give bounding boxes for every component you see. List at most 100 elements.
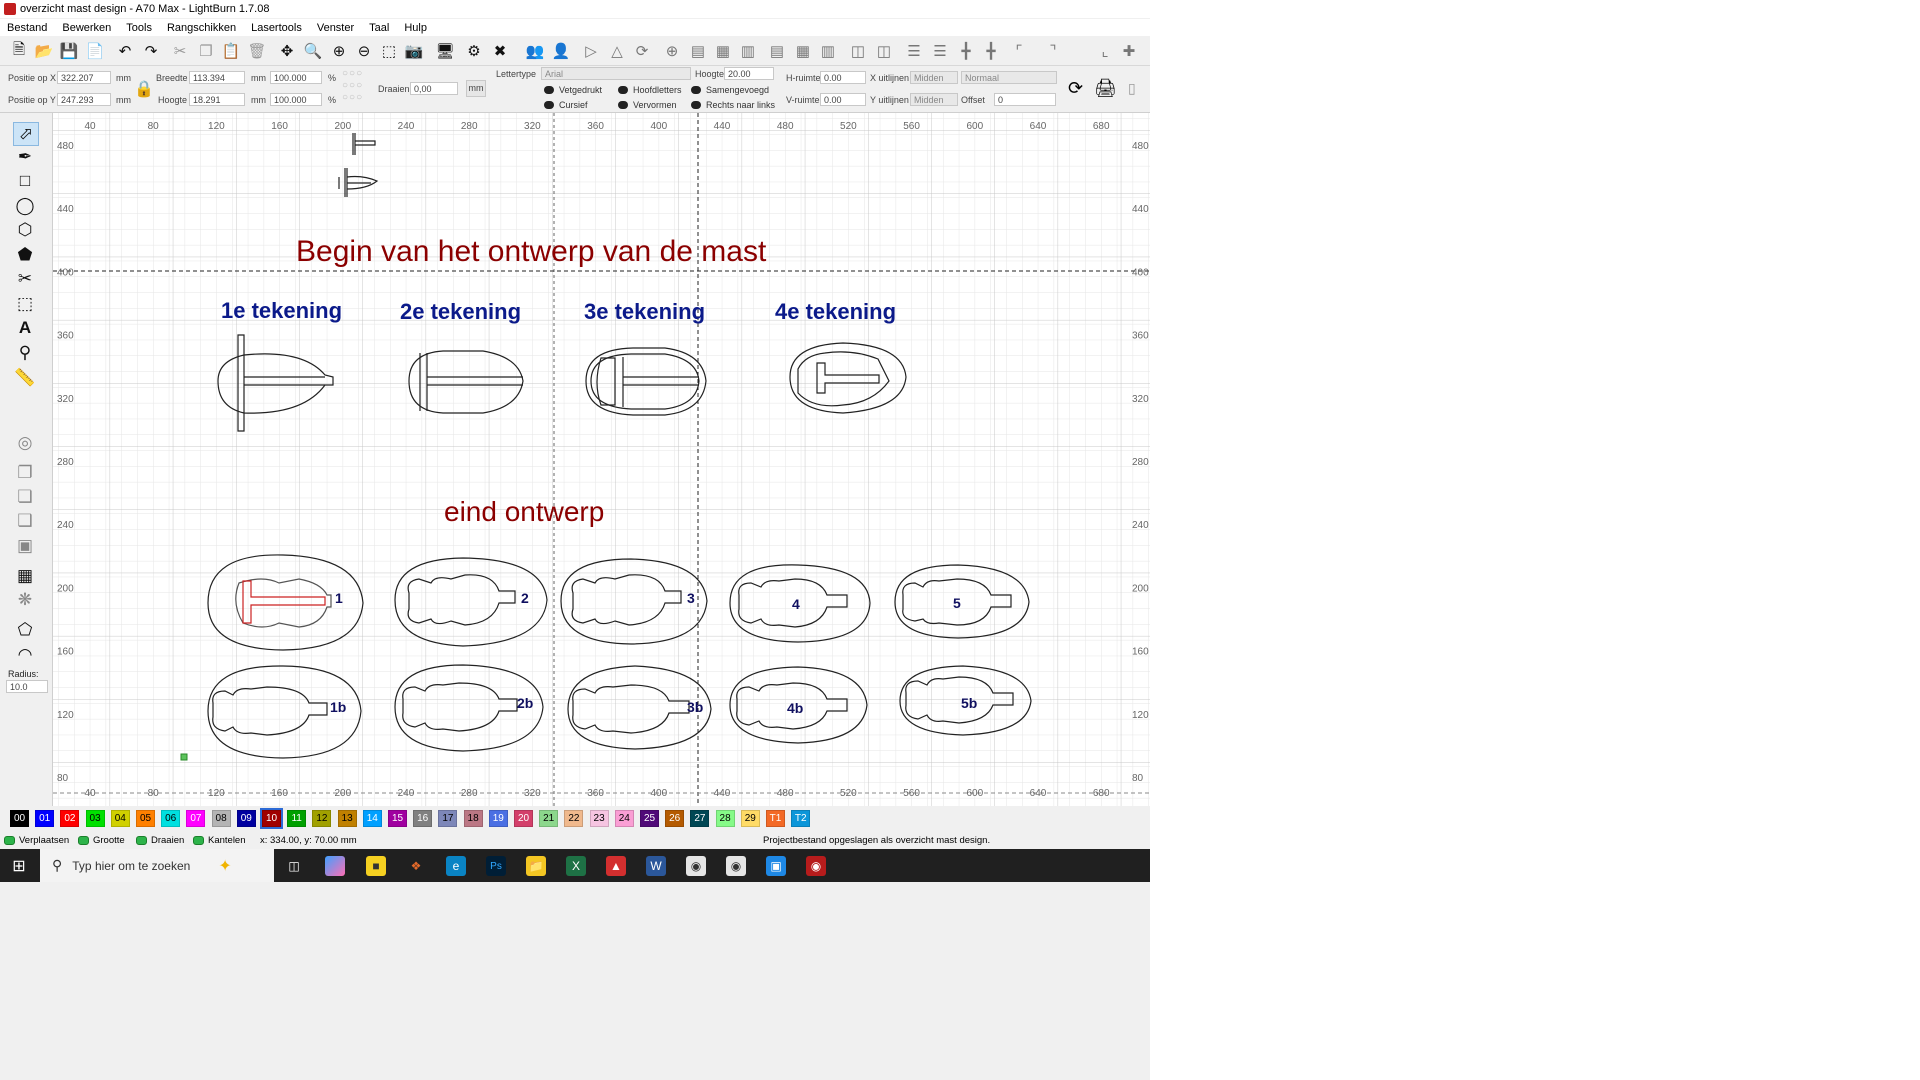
drawing-label-3[interactable]: 3e tekening [584, 299, 705, 324]
ruler-tool-icon[interactable]: 📏 [13, 367, 37, 389]
font-select[interactable]: Arial [541, 67, 691, 80]
chrome-2-icon[interactable]: ◉ [726, 856, 746, 876]
bold-toggle[interactable]: Vetgedrukt [544, 85, 602, 95]
camera-icon[interactable]: 📷 [403, 40, 425, 62]
status-rotate[interactable]: Draaien [136, 835, 184, 846]
align-right-icon[interactable]: ▥ [737, 40, 759, 62]
layer-swatch-03[interactable]: 03 [85, 810, 105, 827]
layer-swatch-27[interactable]: 27 [690, 810, 710, 827]
frame-tool-icon[interactable]: ⬚ [13, 293, 37, 315]
distort-toggle[interactable]: Vervormen [618, 100, 677, 110]
edge-icon[interactable]: e [446, 856, 466, 876]
scissors-tool-icon[interactable]: ✂ [13, 268, 37, 290]
width-field[interactable]: 113.394 [189, 71, 245, 84]
monitor-icon[interactable]: 🖥 [434, 40, 456, 62]
space-h-icon[interactable]: ☰ [903, 40, 925, 62]
align-middle-icon[interactable]: ▦ [792, 40, 814, 62]
zoom-in-icon[interactable]: 🔍 [302, 40, 324, 62]
drawing-label-4[interactable]: 4e tekening [775, 299, 896, 324]
radius-field[interactable]: 10.0 [6, 680, 48, 693]
photoshop-icon[interactable]: Ps [486, 856, 506, 876]
pos-y-field[interactable]: 247.293 [57, 93, 111, 106]
layer-swatch-T1[interactable]: T1 [766, 810, 785, 827]
save-icon[interactable]: 💾 [58, 40, 80, 62]
origin-icon[interactable]: ⊕ [661, 40, 683, 62]
zoom-plus-icon[interactable]: ⊕ [328, 40, 350, 62]
menu-rangschikken[interactable]: Rangschikken [167, 22, 236, 34]
circular-array-icon[interactable]: ❋ [13, 589, 37, 611]
pentagon-tool-icon[interactable]: ⬟ [13, 244, 37, 266]
offset-field[interactable]: 0 [994, 93, 1056, 106]
circle-tool-icon[interactable]: ◯ [13, 195, 37, 217]
layer-swatch-13[interactable]: 13 [337, 810, 357, 827]
undo-icon[interactable]: ↶ [114, 40, 136, 62]
boolean-intersect-icon[interactable]: ❑ [13, 510, 37, 532]
v-space-field[interactable]: 0.00 [820, 93, 866, 106]
align-bottom-icon[interactable]: ▥ [817, 40, 839, 62]
layer-swatch-02[interactable]: 02 [60, 810, 80, 827]
align-top-icon[interactable]: ▤ [766, 40, 788, 62]
layer-swatch-T2[interactable]: T2 [791, 810, 811, 827]
layer-swatch-11[interactable]: 11 [287, 810, 307, 827]
taskbar-search[interactable]: ⚲ Typ hier om te zoeken ✦ [40, 849, 274, 882]
pen-tool-icon[interactable]: ✒ [13, 146, 37, 168]
layer-swatch-15[interactable]: 15 [388, 810, 407, 827]
rotate-icon[interactable]: ⟳ [631, 40, 653, 62]
layer-swatch-00[interactable]: 00 [10, 810, 29, 827]
layer-swatch-10[interactable]: 10 [260, 808, 283, 829]
corner-tl-icon[interactable]: ⌜ [1008, 40, 1030, 62]
copy-icon[interactable]: ❐ [195, 40, 217, 62]
copilot-icon[interactable] [325, 856, 345, 876]
scale-y-field[interactable]: 100.000 [270, 93, 322, 106]
save-as-icon[interactable]: 📄 [84, 40, 106, 62]
layer-swatch-07[interactable]: 07 [186, 810, 206, 827]
layer-swatch-25[interactable]: 25 [640, 810, 659, 827]
rtl-toggle[interactable]: Rechts naar links [691, 100, 775, 110]
final-design-text[interactable]: eind ontwerp [444, 496, 604, 527]
layer-swatch-17[interactable]: 17 [438, 810, 458, 827]
tools-icon[interactable]: ✖ [489, 40, 511, 62]
open-folder-icon[interactable]: 📂 [33, 40, 55, 62]
select-frame-icon[interactable]: ⬚ [378, 40, 400, 62]
rotate-field[interactable]: 0,00 [410, 82, 458, 95]
pin-tool-icon[interactable]: ⚲ [13, 342, 37, 364]
align-center-icon[interactable]: ▦ [712, 40, 734, 62]
layer-swatch-05[interactable]: 05 [136, 810, 155, 827]
word-icon[interactable]: W [646, 856, 666, 876]
panel-toggle-icon[interactable]: ▯ [1128, 80, 1136, 97]
mm-toggle-button[interactable]: mm [466, 80, 486, 97]
drawing-label-2[interactable]: 2e tekening [400, 299, 521, 324]
chrome-icon[interactable]: ◉ [686, 856, 706, 876]
font-height-field[interactable]: 20.00 [724, 67, 774, 80]
layer-swatch-14[interactable]: 14 [362, 810, 382, 827]
height-field[interactable]: 18.291 [189, 93, 245, 106]
mirror-h-icon[interactable]: ▷ [580, 40, 602, 62]
layer-swatch-06[interactable]: 06 [161, 810, 181, 827]
task-view-icon[interactable]: ◫ [284, 856, 304, 876]
move-icon[interactable]: ✥ [276, 40, 298, 62]
text-mode-select[interactable]: Normaal [961, 71, 1057, 84]
italic-toggle[interactable]: Cursief [544, 100, 588, 110]
h-space-field[interactable]: 0.00 [820, 71, 866, 84]
layer-swatch-23[interactable]: 23 [589, 810, 609, 827]
lock-icon[interactable]: 🔒 [134, 79, 154, 99]
caps-toggle[interactable]: Hoofdletters [618, 85, 682, 95]
center-v-icon[interactable]: ╋ [980, 40, 1002, 62]
corner-tool-icon[interactable]: ◠ [13, 644, 37, 666]
menu-lasertools[interactable]: Lasertools [251, 22, 302, 34]
status-move[interactable]: Verplaatsen [4, 835, 69, 846]
new-file-icon[interactable]: 🗎 [8, 40, 30, 62]
layer-swatch-18[interactable]: 18 [463, 810, 483, 827]
layer-swatch-09[interactable]: 09 [236, 810, 256, 827]
weld-icon[interactable]: ▣ [13, 535, 37, 557]
corner-tr-icon[interactable]: ⌝ [1042, 40, 1064, 62]
y-align-select[interactable]: Midden [910, 93, 958, 106]
layer-swatch-21[interactable]: 21 [539, 810, 559, 827]
delete-icon[interactable]: 🗑 [246, 40, 268, 62]
layer-swatch-12[interactable]: 12 [312, 810, 332, 827]
rectangle-tool-icon[interactable]: □ [13, 170, 37, 192]
layer-swatch-24[interactable]: 24 [614, 810, 634, 827]
space-v-icon[interactable]: ☰ [929, 40, 951, 62]
align-left-icon[interactable]: ▤ [687, 40, 709, 62]
layer-swatch-04[interactable]: 04 [110, 810, 130, 827]
